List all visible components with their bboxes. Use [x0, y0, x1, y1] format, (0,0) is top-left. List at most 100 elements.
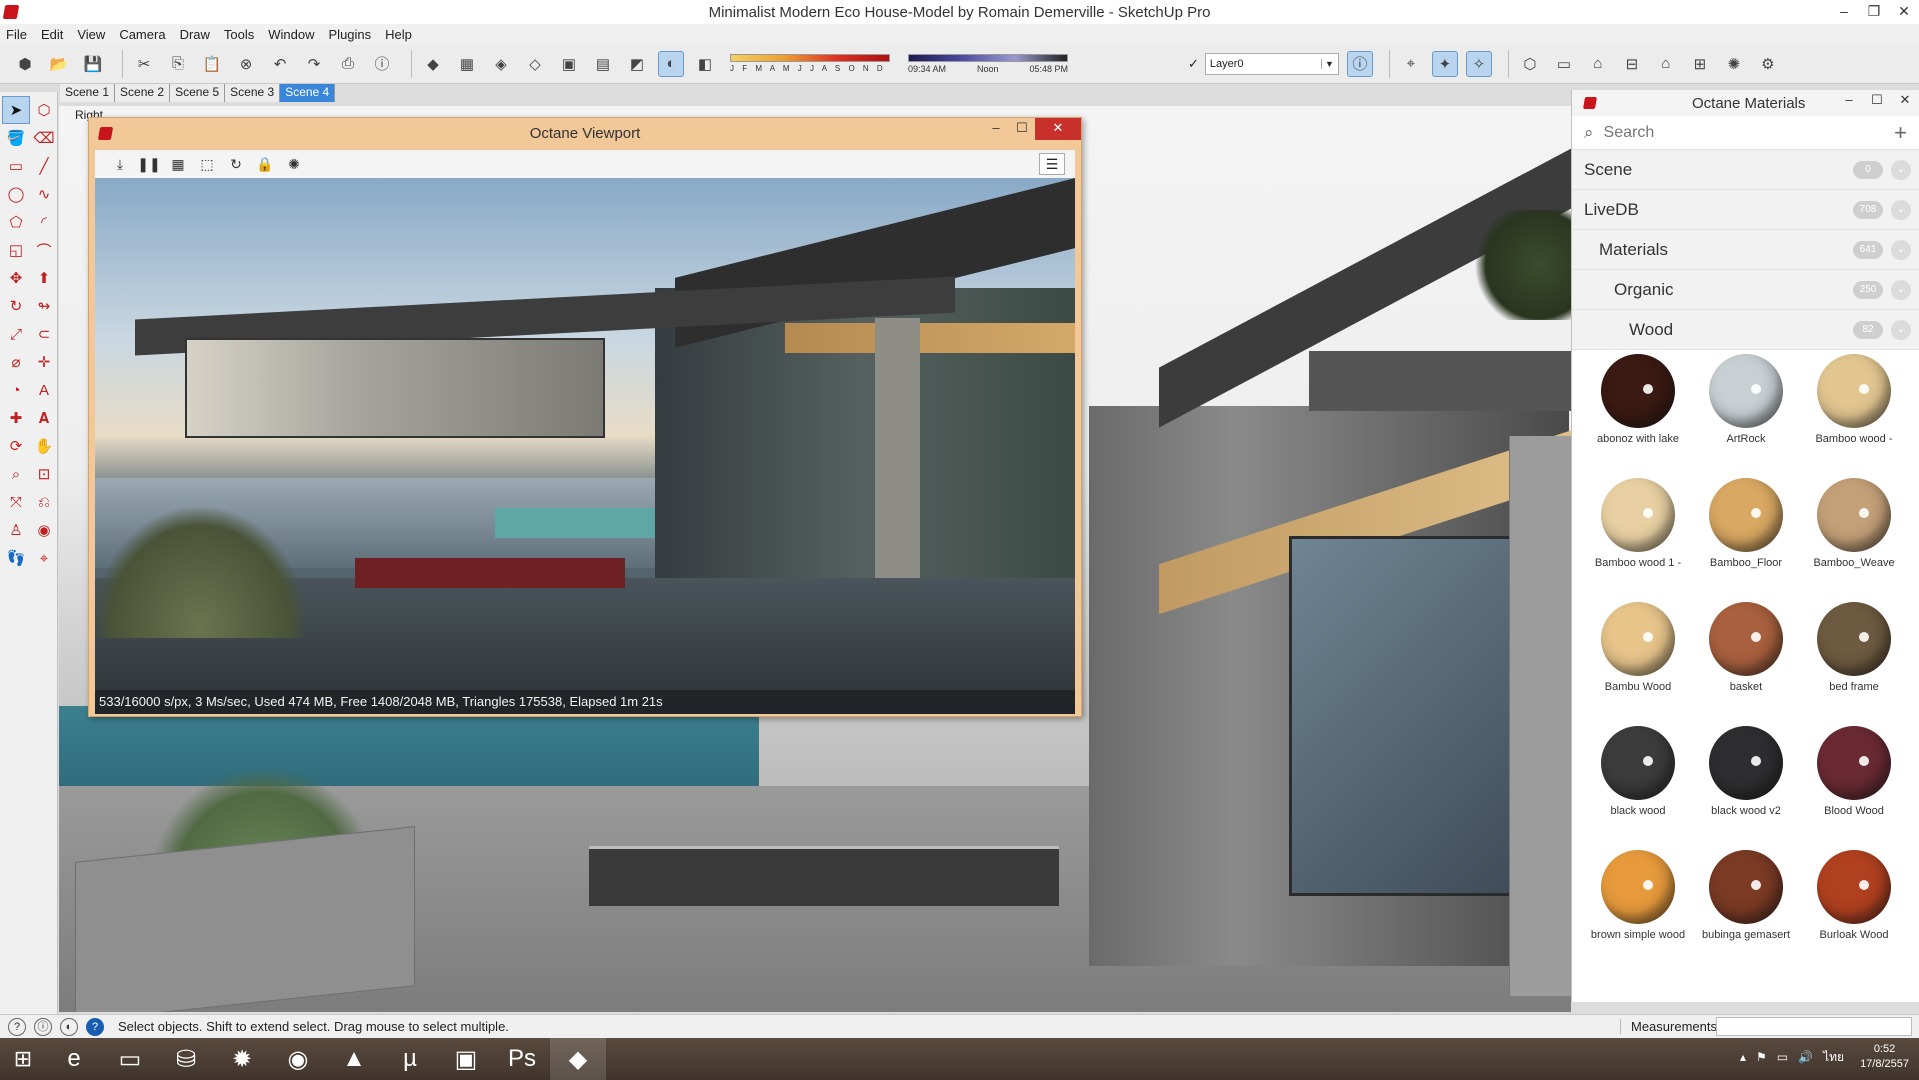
- axes-tool-icon[interactable]: ✚: [2, 404, 30, 432]
- material-item[interactable]: Burloak Wood: [1800, 846, 1908, 970]
- action-center-flag-icon[interactable]: ⚑: [1756, 1050, 1767, 1064]
- octane-settings-icon[interactable]: ⚙: [1755, 51, 1781, 77]
- rotate-tool-icon[interactable]: ↻: [2, 292, 30, 320]
- utorrent-icon[interactable]: µ: [382, 1038, 438, 1080]
- walk-tool-icon[interactable]: 👣: [2, 544, 30, 572]
- minimize-button[interactable]: –: [983, 118, 1009, 140]
- erase-icon[interactable]: ⊗: [233, 51, 259, 77]
- material-swatch[interactable]: [1709, 850, 1783, 924]
- material-swatch[interactable]: [1817, 850, 1891, 924]
- material-item[interactable]: Bamboo_Weave: [1800, 474, 1908, 598]
- minimize-button[interactable]: –: [1829, 0, 1859, 24]
- section-cut-icon[interactable]: ◇: [522, 51, 548, 77]
- firefox-icon[interactable]: ◉: [270, 1038, 326, 1080]
- sketchup-taskbar-icon[interactable]: ◆: [550, 1038, 606, 1080]
- cut-icon[interactable]: ✂: [131, 51, 157, 77]
- two-point-arc-icon[interactable]: ⌒: [30, 236, 58, 264]
- zoom-extents-icon[interactable]: ⤧: [2, 488, 30, 516]
- network-icon[interactable]: ▭: [1777, 1050, 1788, 1064]
- maximize-button[interactable]: ☐: [1863, 90, 1891, 110]
- left-view-icon[interactable]: ⊞: [1687, 51, 1713, 77]
- geo-location-icon[interactable]: ?: [8, 1017, 26, 1036]
- photoshop-icon[interactable]: Ps: [494, 1038, 550, 1080]
- wireframe-icon[interactable]: ▦: [454, 51, 480, 77]
- look-around-tool-icon[interactable]: ◉: [30, 516, 58, 544]
- save-render-icon[interactable]: ⤓: [109, 153, 131, 175]
- material-item[interactable]: ArtRock: [1692, 350, 1800, 474]
- offset-tool-icon[interactable]: ⊂: [30, 320, 58, 348]
- volume-icon[interactable]: 🔊: [1798, 1050, 1813, 1064]
- close-button[interactable]: ✕: [1035, 118, 1081, 140]
- material-swatch[interactable]: [1601, 354, 1675, 428]
- material-item[interactable]: bed frame: [1800, 598, 1908, 722]
- input-language-icon[interactable]: ไทย: [1823, 1048, 1844, 1067]
- help-icon[interactable]: ?: [86, 1017, 104, 1036]
- tab-scene-1[interactable]: Scene 1: [60, 84, 116, 102]
- tab-scene-4[interactable]: Scene 4: [280, 84, 336, 102]
- tab-scene-2[interactable]: Scene 2: [115, 84, 171, 102]
- restart-render-icon[interactable]: ↻: [225, 153, 247, 175]
- menu-camera[interactable]: Camera: [119, 27, 165, 42]
- remote-desktop-icon[interactable]: ▣: [438, 1038, 494, 1080]
- tree-item-organic[interactable]: Organic 250 ⌄: [1572, 270, 1919, 310]
- tape-measure-icon[interactable]: ⌀: [2, 348, 30, 376]
- tree-item-scene[interactable]: Scene 0 ⌄: [1572, 150, 1919, 190]
- look-around-icon[interactable]: ✧: [1465, 50, 1492, 77]
- material-swatch[interactable]: [1709, 354, 1783, 428]
- close-button[interactable]: ✕: [1889, 0, 1919, 24]
- material-swatch[interactable]: [1709, 602, 1783, 676]
- internet-explorer-icon[interactable]: e: [46, 1038, 102, 1080]
- make-component-icon[interactable]: ⬡: [30, 96, 58, 124]
- rotated-rect-icon[interactable]: ◱: [2, 236, 30, 264]
- rectangle-tool-icon[interactable]: ▭: [2, 152, 30, 180]
- material-item[interactable]: Blood Wood: [1800, 722, 1908, 846]
- chevron-down-icon[interactable]: ▼: [1320, 58, 1334, 69]
- tree-item-wood[interactable]: Wood 82 ⌄: [1572, 310, 1919, 350]
- face-style-icon[interactable]: ◆: [420, 51, 446, 77]
- octane-logo-icon[interactable]: ✺: [283, 153, 305, 175]
- tab-scene-3[interactable]: Scene 3: [225, 84, 281, 102]
- chevron-down-icon[interactable]: ⌄: [1891, 159, 1911, 180]
- move-tool-icon[interactable]: ✥: [2, 264, 30, 292]
- front-view-icon[interactable]: ⌂: [1585, 51, 1611, 77]
- save-icon[interactable]: 💾: [80, 51, 106, 77]
- maximize-button[interactable]: ☐: [1009, 118, 1035, 140]
- top-view-icon[interactable]: ▭: [1551, 51, 1577, 77]
- polygon-tool-icon[interactable]: ⬠: [2, 208, 30, 236]
- credits-icon[interactable]: ⓘ: [34, 1017, 52, 1036]
- region-render-icon[interactable]: ▦: [167, 153, 189, 175]
- menu-window[interactable]: Window: [268, 27, 314, 42]
- back-view-icon[interactable]: ⌂: [1653, 51, 1679, 77]
- menu-tools[interactable]: Tools: [224, 27, 254, 42]
- dimension-tool-icon[interactable]: ✛: [30, 348, 58, 376]
- material-item[interactable]: Bambu Wood: [1584, 598, 1692, 722]
- section-plane-tool-icon[interactable]: ⌖: [30, 544, 58, 572]
- add-material-icon[interactable]: +: [1894, 120, 1907, 146]
- shadows-toggle-icon[interactable]: ◐: [658, 50, 684, 77]
- hamburger-menu-icon[interactable]: ☰: [1039, 153, 1065, 175]
- paint-bucket-icon[interactable]: 🪣: [2, 124, 30, 152]
- undo-icon[interactable]: ↶: [267, 51, 293, 77]
- material-swatch[interactable]: [1817, 726, 1891, 800]
- start-button[interactable]: ⊞: [0, 1038, 46, 1080]
- shadow-time-slider[interactable]: 09:34 AM Noon 05:48 PM: [908, 53, 1068, 74]
- tab-scene-5[interactable]: Scene 5: [170, 84, 226, 102]
- minimize-button[interactable]: –: [1835, 90, 1863, 110]
- material-swatch[interactable]: [1817, 478, 1891, 552]
- zoom-tool-icon[interactable]: ⌕: [2, 460, 30, 488]
- restore-button[interactable]: ❐: [1859, 0, 1889, 24]
- eraser-icon[interactable]: ⌫: [30, 124, 58, 152]
- menu-edit[interactable]: Edit: [41, 27, 63, 42]
- material-swatch[interactable]: [1817, 602, 1891, 676]
- pan-tool-icon[interactable]: ✋: [30, 432, 58, 460]
- fog-icon[interactable]: ◧: [692, 51, 718, 77]
- select-tool-icon[interactable]: ➤: [2, 96, 30, 124]
- octane-render-image[interactable]: 533/16000 s/px, 3 Ms/sec, Used 474 MB, F…: [95, 178, 1075, 714]
- material-item[interactable]: Bamboo_Floor: [1692, 474, 1800, 598]
- close-button[interactable]: ✕: [1891, 90, 1919, 110]
- circle-tool-icon[interactable]: ◯: [2, 180, 30, 208]
- material-item[interactable]: bubinga gemasert: [1692, 846, 1800, 970]
- menu-file[interactable]: File: [6, 27, 27, 42]
- texture-icon[interactable]: ▣: [556, 51, 582, 77]
- orbit-tool-icon[interactable]: ⟳: [2, 432, 30, 460]
